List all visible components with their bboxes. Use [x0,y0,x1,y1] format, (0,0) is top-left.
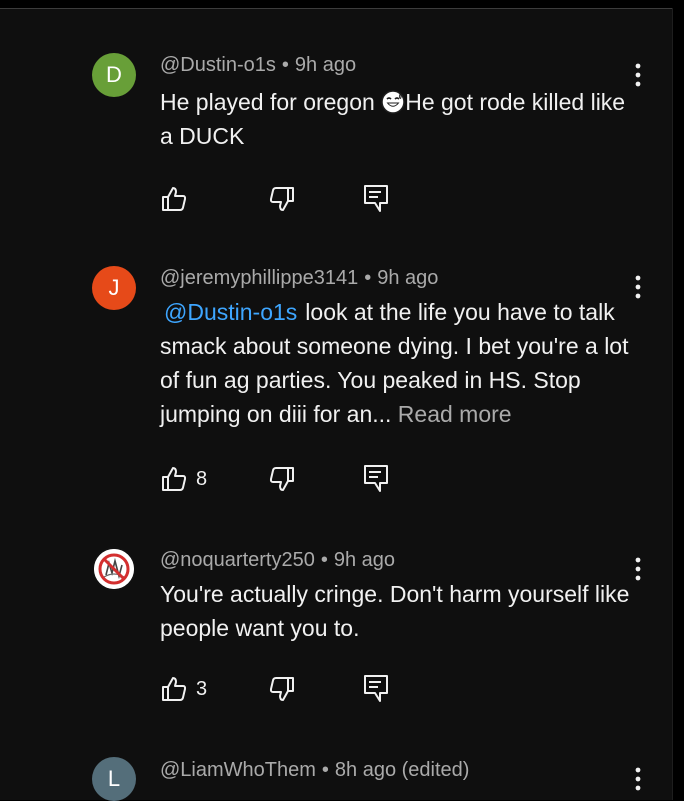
avatar[interactable]: J [92,266,136,310]
thumbs-up-icon [160,465,188,493]
dislike-button[interactable] [268,672,296,706]
like-button[interactable]: 3 [160,672,207,706]
comment-meta: @noquarterty250 • 9h ago [160,549,395,572]
reply-button[interactable] [363,462,389,496]
more-vertical-icon[interactable] [628,61,648,89]
like-button[interactable] [160,182,188,216]
thumbs-up-icon [160,185,188,213]
more-vertical-icon[interactable] [628,555,648,583]
dislike-button[interactable] [268,182,296,216]
meta-separator: • [320,549,328,571]
avatar[interactable]: D [92,53,136,97]
thumbs-down-icon [268,185,296,213]
author-handle[interactable]: @Dustin-o1s [160,54,276,76]
thumbs-down-icon [268,465,296,493]
dislike-button[interactable] [268,462,296,496]
reply-button[interactable] [363,182,389,216]
comment-text-part: He played for oregon [160,89,382,115]
comment-time[interactable]: 8h ago (edited) [335,759,470,781]
read-more-link[interactable]: Read more [398,401,512,427]
avatar[interactable]: L [92,757,136,801]
comment-time[interactable]: 9h ago [295,54,356,76]
like-count: 3 [196,677,208,700]
reply-button[interactable] [363,672,389,706]
comment-meta: @Dustin-o1s • 9h ago [160,54,356,77]
grinning-sweat-face-emoji [381,89,405,114]
more-vertical-icon[interactable] [628,765,648,793]
comment-meta: @jeremyphillippe3141 • 9h ago [160,267,438,290]
reply-comment-icon [363,674,389,704]
thumbs-up-icon [160,675,188,703]
more-vertical-icon[interactable] [628,273,648,301]
reply-comment-icon [363,184,389,214]
avatar-letter: D [106,62,122,87]
author-handle[interactable]: @noquarterty250 [160,549,315,571]
comment-time[interactable]: 9h ago [334,549,395,571]
meta-separator: • [281,54,289,76]
comment-text: @Dustin-o1s look at the life you have to … [160,295,630,431]
comment-text: He played for oregon He got rode killed … [160,85,630,153]
meta-separator: • [364,267,372,289]
comment-text-body: You're actually cringe. Don't harm yours… [160,581,630,641]
comment-text: You're actually cringe. Don't harm yours… [160,577,630,645]
reply-comment-icon [363,464,389,494]
like-button[interactable]: 8 [160,462,207,496]
avatar-letter: J [108,275,120,300]
avatar-letter: L [107,766,121,791]
thumbs-down-icon [268,675,296,703]
like-count: 8 [196,467,208,490]
meta-separator: • [321,759,329,781]
author-handle[interactable]: @LiamWhoThem [160,759,316,781]
right-divider [672,8,673,800]
comments-panel: D @Dustin-o1s • 9h ago He played for orego… [0,9,672,801]
comment-meta: @LiamWhoThem • 8h ago (edited) [160,759,469,782]
mention-link[interactable]: @Dustin-o1s [164,299,297,325]
no-symbol-avatar-image[interactable] [92,547,136,591]
comment-time[interactable]: 9h ago [377,267,438,289]
author-handle[interactable]: @jeremyphillippe3141 [160,267,358,289]
